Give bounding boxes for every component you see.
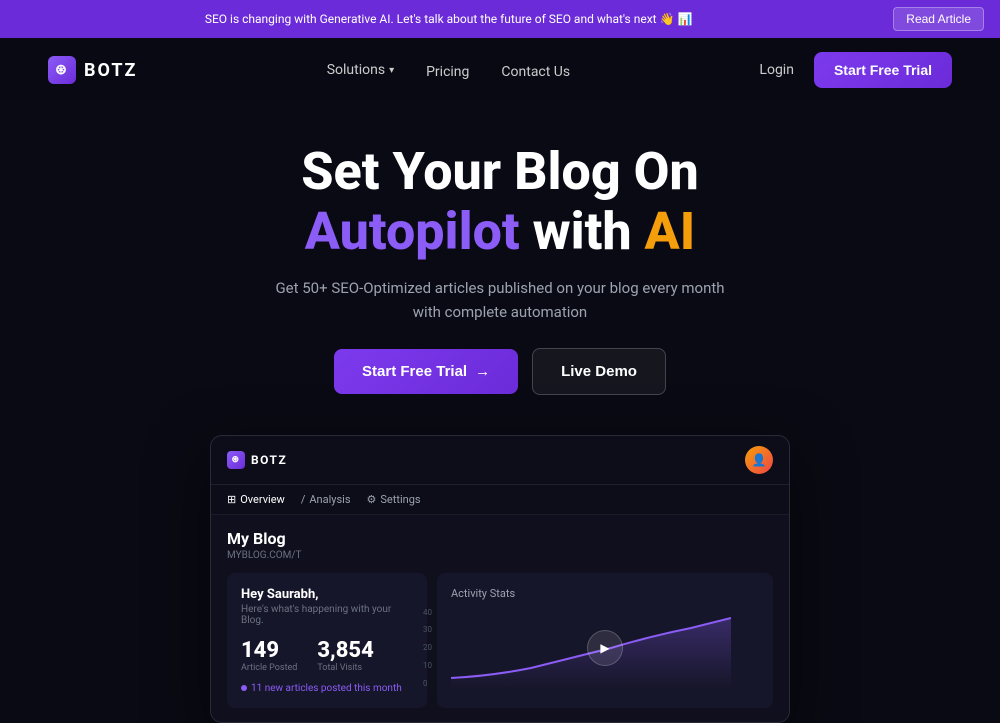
hero-line2-purple: Autopilot (305, 201, 520, 262)
hero-live-demo-button[interactable]: Live Demo (532, 348, 666, 395)
banner-text: SEO is changing with Generative AI. Let'… (16, 12, 881, 26)
dashboard-nav: ⊞ Overview / Analysis ⚙ Settings (211, 485, 789, 515)
dashboard-preview: ⊛ BOTZ 👤 ⊞ Overview / Analysis ⚙ Setting… (210, 435, 790, 723)
activity-chart: 40 30 20 10 0 (451, 608, 759, 688)
settings-icon: ⚙ (367, 493, 377, 506)
hero-section: Set Your Blog On Autopilot with AI Get 5… (0, 102, 1000, 415)
chevron-down-icon: ▾ (389, 65, 394, 76)
dashboard-nav-overview[interactable]: ⊞ Overview (227, 493, 285, 506)
nav-pricing[interactable]: Pricing (426, 64, 469, 80)
badge-text: 11 new articles posted this month (251, 683, 402, 694)
nav-contact[interactable]: Contact Us (501, 64, 570, 80)
dashboard-header: ⊛ BOTZ 👤 (211, 436, 789, 485)
hero-line2-gold: AI (645, 201, 696, 262)
hero-heading: Set Your Blog On Autopilot with AI (20, 142, 980, 262)
nav-start-trial-button[interactable]: Start Free Trial (814, 52, 952, 88)
greeting-subtitle: Here's what's happening with your Blog. (241, 604, 413, 626)
dashboard-nav-analysis[interactable]: / Analysis (301, 493, 351, 506)
articles-label: Article Posted (241, 663, 297, 673)
stats-row: 149 Article Posted 3,854 Total Visits (241, 638, 413, 673)
blog-title: My Blog (227, 529, 773, 548)
blog-url: MYBLOG.COM/T (227, 550, 773, 561)
nav-logo: ⊛ BOTZ (48, 56, 137, 84)
login-link[interactable]: Login (759, 62, 794, 78)
logo-icon: ⊛ (48, 56, 76, 84)
hero-subtitle: Get 50+ SEO-Optimized articles published… (20, 276, 980, 324)
dashboard-logo: ⊛ BOTZ (227, 451, 287, 469)
badge: 11 new articles posted this month (241, 683, 413, 694)
articles-stat: 149 Article Posted (241, 638, 297, 673)
read-article-button[interactable]: Read Article (893, 7, 984, 31)
badge-dot-icon (241, 685, 247, 691)
nav-solutions[interactable]: Solutions ▾ (327, 62, 394, 78)
dashboard-nav-settings[interactable]: ⚙ Settings (367, 493, 421, 506)
logo-text: BOTZ (84, 60, 137, 81)
hero-buttons: Start Free Trial → Live Demo (20, 348, 980, 395)
navbar: ⊛ BOTZ Solutions ▾ Pricing Contact Us Lo… (0, 38, 1000, 102)
visits-label: Total Visits (317, 663, 373, 673)
analysis-icon: / (301, 493, 306, 506)
arrow-icon: → (475, 363, 490, 380)
hero-start-trial-button[interactable]: Start Free Trial → (334, 349, 518, 394)
top-banner: SEO is changing with Generative AI. Let'… (0, 0, 1000, 38)
hero-line2-mid: with (533, 201, 645, 262)
avatar: 👤 (745, 446, 773, 474)
activity-card: Activity Stats 40 30 20 10 0 (437, 573, 773, 708)
dashboard-content: My Blog MYBLOG.COM/T Hey Saurabh, Here's… (211, 515, 789, 722)
nav-links: Solutions ▾ Pricing Contact Us (327, 61, 570, 80)
play-button[interactable]: ▶ (587, 630, 623, 666)
nav-actions: Login Start Free Trial (759, 52, 952, 88)
activity-title: Activity Stats (451, 587, 759, 600)
dashboard-logo-icon: ⊛ (227, 451, 245, 469)
greeting-text: Hey Saurabh, (241, 587, 413, 602)
stats-card: Hey Saurabh, Here's what's happening wit… (227, 573, 427, 708)
articles-count: 149 (241, 638, 297, 663)
overview-icon: ⊞ (227, 493, 236, 506)
dashboard-cards: Hey Saurabh, Here's what's happening wit… (227, 573, 773, 708)
hero-line1: Set Your Blog On (301, 141, 698, 202)
chart-y-labels: 40 30 20 10 0 (423, 608, 432, 688)
visits-stat: 3,854 Total Visits (317, 638, 373, 673)
visits-count: 3,854 (317, 638, 373, 663)
